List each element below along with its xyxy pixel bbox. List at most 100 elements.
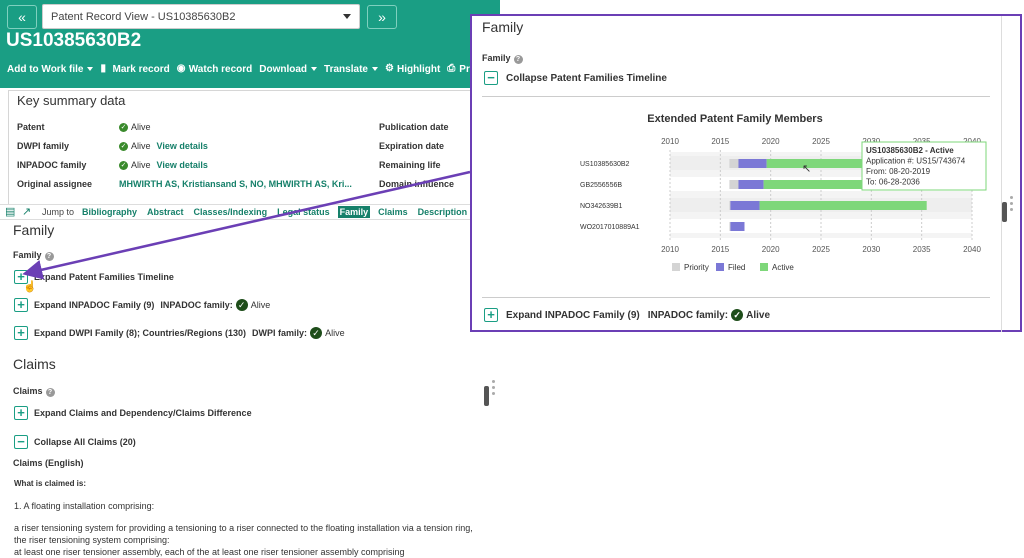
category-label: GB2556556B (580, 182, 622, 189)
x-tick-label-top: 2025 (812, 137, 830, 146)
inpadoc-view-details-link[interactable]: View details (157, 160, 208, 170)
claim-1-continued: at least one riser tensioner assembly, e… (14, 547, 405, 557)
help-icon[interactable]: ? (513, 55, 523, 64)
chart-title: Extended Patent Family Members (647, 113, 822, 125)
tooltip-from: From: 08-20-2019 (866, 167, 931, 176)
grip-dot (492, 386, 495, 389)
plus-icon[interactable]: + (14, 326, 28, 340)
screenshot-stage: « Patent Record View - US10385630B2 » US… (0, 0, 1024, 558)
tab-legal-status[interactable]: Legal status (275, 206, 332, 218)
collapse-timeline-row[interactable]: − Collapse Patent Families Timeline (484, 71, 667, 85)
legend-label: Active (772, 263, 794, 272)
plus-icon[interactable]: + (14, 298, 28, 312)
timeline-bar-priority (729, 222, 731, 231)
grip-dot (492, 380, 495, 383)
record-content: Family Family? + Expand Patent Families … (8, 220, 482, 558)
legend-swatch (760, 263, 768, 271)
scrollbar-thumb[interactable] (484, 386, 489, 406)
caret-down-icon (87, 67, 94, 71)
help-icon[interactable]: ? (45, 388, 55, 397)
plus-icon[interactable]: + (14, 406, 28, 420)
expand-inpadoc-row[interactable]: + Expand INPADOC Family (9) INPADOC fami… (14, 298, 270, 312)
tab-bibliography[interactable]: Bibliography (80, 206, 139, 218)
minus-icon[interactable]: − (484, 71, 498, 85)
timeline-bar-priority (729, 159, 739, 168)
dwpi-view-details-link[interactable]: View details (157, 141, 208, 151)
scrollbar-thumb[interactable] (1002, 202, 1007, 222)
grip-dot (492, 392, 495, 395)
expand-dwpi-row[interactable]: + Expand DWPI Family (8); Countries/Regi… (14, 326, 345, 340)
expand-timeline-row[interactable]: + Expand Patent Families Timeline (14, 270, 174, 284)
chart-legend: Priority Filed Active (672, 263, 794, 272)
summary-value-patent: ✓ Alive (119, 122, 151, 132)
external-link-icon[interactable]: ↗ (22, 206, 34, 218)
timeline-bar-priority (729, 201, 731, 210)
summary-label-dwpi: DWPI family (17, 141, 70, 151)
x-tick-label-top: 2020 (762, 137, 780, 146)
panel-resize-handle[interactable] (1010, 196, 1013, 214)
summary-label-expiration-date: Expiration date (379, 141, 445, 151)
claim-1-body: a riser tensioning system for providing … (14, 523, 473, 545)
record-toolbar: Add to Work file ▮ Mark record ◉ Watch rec… (0, 58, 500, 80)
x-tick-label-bottom: 2030 (862, 245, 880, 254)
x-tick-label-bottom: 2020 (762, 245, 780, 254)
what-is-claimed-label: What is claimed is: (14, 479, 87, 488)
translate-button[interactable]: Translate (324, 64, 378, 75)
summary-value-assignee[interactable]: MHWIRTH AS, Kristiansand S, NO, MHWIRTH … (119, 179, 352, 189)
x-tick-label-top: 2015 (711, 137, 729, 146)
bookmark-icon: ▮ (100, 63, 106, 74)
family-title: Family (482, 19, 524, 35)
hand-cursor-icon: ☝ (23, 281, 37, 293)
minus-icon[interactable]: − (14, 435, 28, 449)
patent-record-panel: « Patent Record View - US10385630B2 » US… (0, 0, 500, 558)
timeline-bar-filed (730, 201, 760, 210)
record-view-select[interactable]: Patent Record View - US10385630B2 (42, 4, 360, 29)
summary-label-remaining-life: Remaining life (379, 160, 441, 170)
dwpi-status: DWPI family: ✓ Alive (252, 327, 345, 339)
tab-classes-indexing[interactable]: Classes/Indexing (192, 206, 270, 218)
tab-description[interactable]: Description (416, 206, 470, 218)
caret-down-icon (311, 67, 318, 71)
download-button[interactable]: Download (259, 64, 318, 75)
mouse-pointer-icon: ↖ (802, 163, 811, 175)
claim-1-title: 1. A floating installation comprising: (14, 501, 155, 511)
grip-dot (1010, 208, 1013, 211)
tab-abstract[interactable]: Abstract (145, 206, 186, 218)
help-icon[interactable]: ? (44, 252, 54, 261)
panel-resize-handle[interactable] (492, 380, 495, 398)
highlight-button[interactable]: ⚙ Highlight (385, 64, 440, 75)
tab-claims[interactable]: Claims (376, 206, 410, 218)
family-subheading: Family? (482, 53, 523, 64)
printer-icon: ⎙ (447, 63, 456, 74)
check-icon: ✓ (119, 160, 128, 170)
expand-inpadoc-row[interactable]: + Expand INPADOC Family (9) INPADOC fami… (484, 308, 770, 322)
summary-label-inpadoc: INPADOC family (17, 160, 87, 170)
add-to-work-file-button[interactable]: Add to Work file (7, 64, 94, 75)
previous-record-button[interactable]: « (7, 5, 37, 29)
x-tick-label-bottom: 2015 (711, 245, 729, 254)
mark-record-button[interactable]: ▮ Mark record (100, 64, 169, 75)
pdf-icon[interactable]: ▤ (5, 206, 17, 218)
inpadoc-status: INPADOC family: ✓ Alive (160, 299, 271, 311)
grip-dot (1010, 196, 1013, 199)
check-icon: ✓ (731, 309, 744, 321)
collapse-all-claims-row[interactable]: − Collapse All Claims (20) (14, 435, 136, 449)
tab-family[interactable]: Family (337, 206, 371, 218)
legend-swatch (672, 263, 680, 271)
legend-label: Filed (728, 263, 745, 272)
x-tick-label-bottom: 2035 (913, 245, 931, 254)
grip-dot (1010, 202, 1013, 205)
watch-record-button[interactable]: ◉ Watch record (177, 64, 253, 75)
tooltip-application: Application #: US15/743674 (866, 157, 966, 166)
next-record-button[interactable]: » (367, 5, 397, 29)
tooltip-title: US10385630B2 - Active (866, 146, 954, 155)
plus-icon[interactable]: + (484, 308, 498, 322)
summary-label-assignee: Original assignee (17, 179, 93, 189)
claims-english-label: Claims (English) (13, 458, 84, 468)
chevron-down-icon (343, 14, 351, 19)
x-tick-label-bottom: 2040 (963, 245, 981, 254)
record-header: « Patent Record View - US10385630B2 » US… (0, 0, 500, 88)
timeline-bar-filed (738, 159, 767, 168)
tooltip-to: To: 06-28-2036 (866, 178, 920, 187)
expand-claims-row[interactable]: + Expand Claims and Dependency/Claims Di… (14, 406, 252, 420)
